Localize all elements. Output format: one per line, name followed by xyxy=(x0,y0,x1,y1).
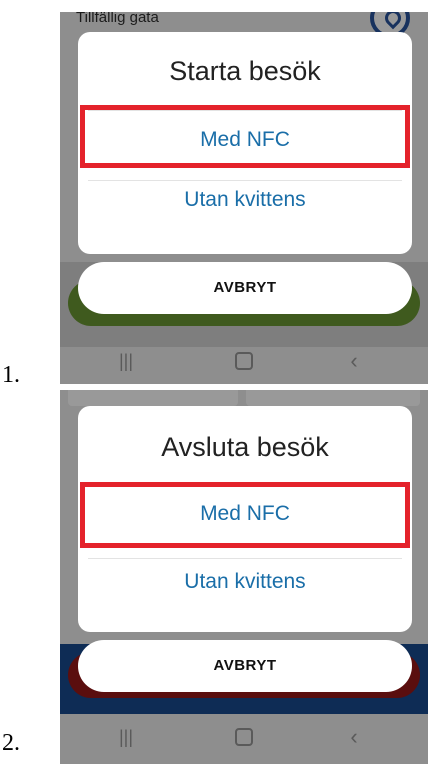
option-without-receipt[interactable]: Utan kvittens xyxy=(78,188,412,212)
home-icon[interactable] xyxy=(226,714,262,760)
screenshot-start-visit: Tillfällig gata Starta besök Med NFC Uta… xyxy=(60,12,428,384)
highlight-box xyxy=(80,482,410,548)
android-nav-bar: ||| ‹ xyxy=(60,338,428,384)
street-label: Tillfällig gata xyxy=(76,12,159,26)
background-card xyxy=(68,390,238,406)
recent-apps-icon[interactable]: ||| xyxy=(108,338,144,384)
dialog-title: Avsluta besök xyxy=(161,432,329,462)
dialog-title: Starta besök xyxy=(169,56,321,86)
back-icon[interactable]: ‹ xyxy=(336,714,372,760)
step-number-1: 1. xyxy=(2,362,20,388)
highlight-box xyxy=(80,105,410,168)
home-icon[interactable] xyxy=(226,338,262,384)
back-icon[interactable]: ‹ xyxy=(336,338,372,384)
divider xyxy=(88,180,402,181)
cancel-button[interactable]: AVBRYT xyxy=(78,640,412,692)
step-number-2: 2. xyxy=(2,730,20,756)
divider xyxy=(88,558,402,559)
background-card xyxy=(246,390,420,406)
cancel-button[interactable]: AVBRYT xyxy=(78,262,412,314)
option-without-receipt[interactable]: Utan kvittens xyxy=(78,570,412,594)
recent-apps-icon[interactable]: ||| xyxy=(108,714,144,760)
screenshot-end-visit: Avsluta besök Med NFC Utan kvittens AVBR… xyxy=(60,390,428,764)
android-nav-bar: ||| ‹ xyxy=(60,714,428,760)
